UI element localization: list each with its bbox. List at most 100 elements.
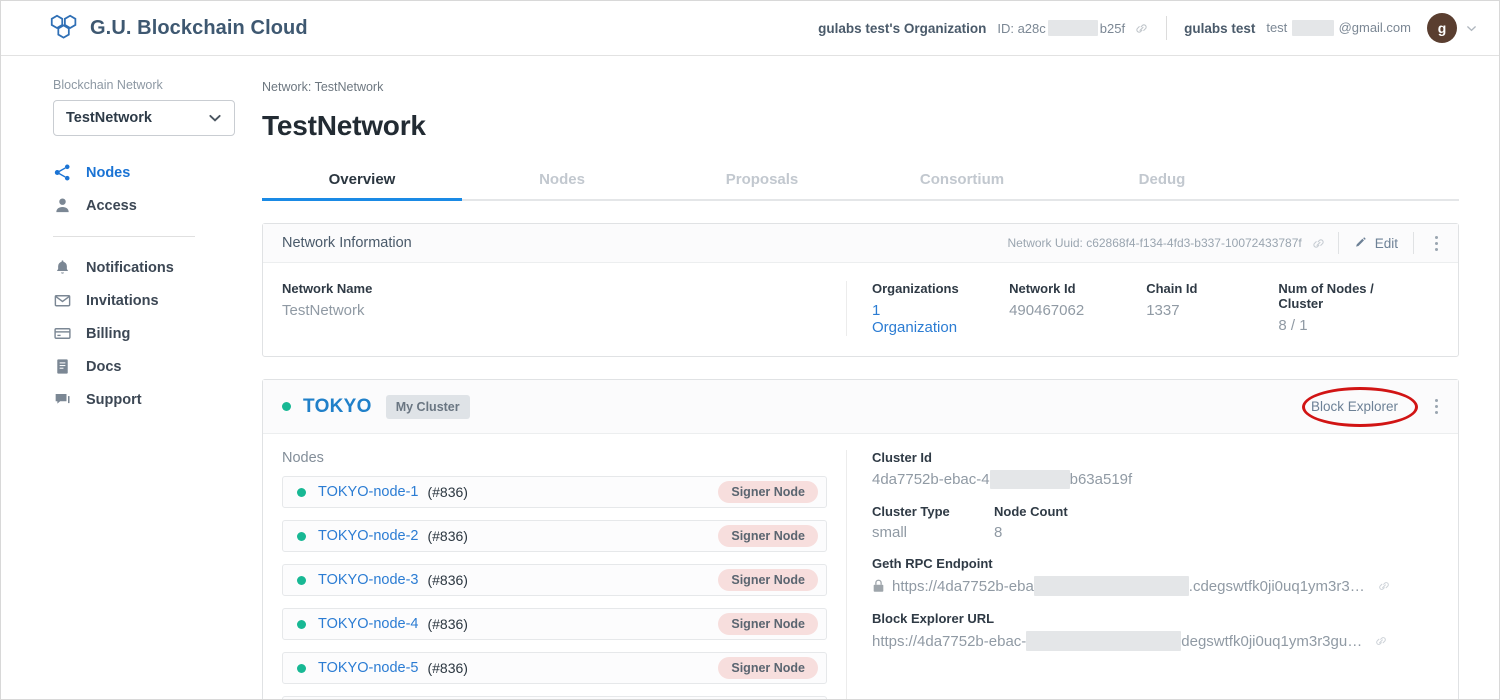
user-email-prefix: test: [1266, 19, 1288, 35]
network-information-card: Network Information Network Uuid: c62868…: [262, 223, 1459, 357]
node-role-badge: Signer Node: [718, 569, 818, 591]
user-email: test @gmail.com: [1266, 20, 1411, 37]
status-dot-online-icon: [297, 575, 306, 585]
sidebar-nav-secondary: Notifications Invitations Billing Docs S…: [1, 251, 233, 416]
network-select-value: TestNetwork: [66, 110, 152, 126]
cluster-type-field: Cluster Type small: [872, 504, 994, 541]
sidebar-item-access[interactable]: Access: [1, 189, 233, 222]
status-dot-online-icon: [297, 531, 306, 541]
cluster-header: TOKYO My Cluster Block Explorer: [263, 380, 1458, 434]
field-label: Block Explorer URL: [872, 611, 995, 626]
node-number: (#836): [427, 660, 468, 676]
cluster-type-row: Cluster Type small Node Count 8: [872, 504, 1458, 556]
cluster-body: Nodes TOKYO-node-1 (#836) Signer Node TO…: [263, 434, 1458, 699]
node-role-badge: Signer Node: [718, 613, 818, 635]
cluster-name[interactable]: TOKYO: [303, 396, 372, 418]
tab-proposals[interactable]: Proposals: [662, 162, 862, 199]
field-value: https://4da7752b-ebac- degswtfk0ji0uq1ym…: [872, 631, 1458, 651]
header-divider: [1166, 16, 1168, 40]
copy-link-icon[interactable]: [1377, 579, 1391, 593]
tab-dedug[interactable]: Dedug: [1062, 162, 1262, 199]
copy-link-icon[interactable]: [1374, 634, 1388, 648]
sidebar-item-support[interactable]: Support: [1, 383, 233, 416]
sidebar-divider: [53, 236, 195, 237]
node-role-badge: Signer Node: [718, 481, 818, 503]
node-name[interactable]: TOKYO-node-2: [318, 528, 418, 544]
node-list-item[interactable]: TOKYO-node-3 (#836) Signer Node: [282, 564, 827, 596]
kebab-menu-icon[interactable]: [1426, 232, 1446, 255]
node-name[interactable]: TOKYO-node-3: [318, 572, 418, 588]
node-list-item[interactable]: TOKYO-node-1 (#836) Signer Node: [282, 476, 827, 508]
node-list-item[interactable]: TOKYO-node-6 (#836) Signer Node: [282, 696, 827, 699]
cluster-id-prefix: 4da7752b-ebac-4: [872, 471, 990, 488]
sidebar-item-notifications[interactable]: Notifications: [1, 251, 233, 284]
sidebar-item-label: Invitations: [86, 292, 159, 309]
explorer-url-suffix: degswtfk0ji0uq1ym3r3gu…: [1181, 632, 1363, 650]
document-icon: [57, 359, 68, 374]
field-label: Network Id: [1009, 281, 1076, 296]
nodes-label: Nodes: [282, 450, 324, 466]
node-role-badge: Signer Node: [718, 525, 818, 547]
block-explorer-button[interactable]: Block Explorer: [1301, 393, 1408, 420]
field-value: 8: [994, 524, 1003, 541]
node-name[interactable]: TOKYO-node-1: [318, 484, 418, 500]
node-name[interactable]: TOKYO-node-4: [318, 616, 418, 632]
avatar[interactable]: g: [1427, 13, 1457, 43]
field-value: 1337: [1146, 302, 1180, 319]
sidebar-item-docs[interactable]: Docs: [1, 350, 233, 383]
cluster-id-suffix: b63a519f: [1069, 471, 1133, 488]
credit-card-icon: [54, 328, 71, 339]
edit-button-label: Edit: [1374, 235, 1398, 251]
brand-logo-area[interactable]: G.U. Blockchain Cloud: [49, 14, 308, 42]
network-select[interactable]: TestNetwork: [53, 100, 235, 136]
sidebar: Blockchain Network TestNetwork Nodes Acc…: [1, 56, 235, 699]
brand-name: G.U. Blockchain Cloud: [90, 16, 308, 39]
copy-link-icon[interactable]: [1311, 236, 1326, 251]
node-name[interactable]: TOKYO-node-5: [318, 660, 418, 676]
organization-id-suffix: b25f: [1099, 20, 1126, 36]
sidebar-item-billing[interactable]: Billing: [1, 317, 233, 350]
field-label: Num of Nodes / Cluster: [1278, 281, 1374, 311]
lock-icon: [873, 579, 884, 592]
node-list-item[interactable]: TOKYO-node-4 (#836) Signer Node: [282, 608, 827, 640]
kebab-menu-icon[interactable]: [1426, 395, 1446, 418]
organizations-field: Organizations 1 Organization: [872, 281, 1009, 336]
bell-icon: [56, 260, 69, 274]
chevron-down-icon[interactable]: [1466, 23, 1477, 34]
main-content: Network: TestNetwork TestNetwork Overvie…: [233, 56, 1499, 699]
rpc-url-prefix: https://4da7752b-eba: [892, 577, 1034, 595]
field-value: 4da7752b-ebac-4 b63a519f: [872, 470, 1458, 489]
network-information-header: Network Information Network Uuid: c62868…: [263, 224, 1458, 263]
field-label: Geth RPC Endpoint: [872, 556, 993, 571]
copy-link-icon[interactable]: [1134, 21, 1149, 36]
user-name: gulabs test: [1184, 20, 1256, 36]
node-number: (#836): [427, 572, 468, 588]
sidebar-item-label: Docs: [86, 358, 122, 375]
field-value: https://4da7752b-eba .cdegswtfk0ji0uq1ym…: [872, 576, 1458, 596]
user-email-suffix: @gmail.com: [1338, 19, 1411, 35]
field-value: 490467062: [1009, 302, 1085, 319]
tab-nodes[interactable]: Nodes: [462, 162, 662, 199]
edit-button[interactable]: Edit: [1351, 236, 1401, 251]
header-divider: [1337, 232, 1339, 254]
node-list-item[interactable]: TOKYO-node-5 (#836) Signer Node: [282, 652, 827, 684]
page-title: TestNetwork: [262, 110, 426, 141]
tab-overview[interactable]: Overview: [262, 162, 462, 199]
redacted-block: [1033, 576, 1189, 596]
sidebar-item-invitations[interactable]: Invitations: [1, 284, 233, 317]
node-list-item[interactable]: TOKYO-node-2 (#836) Signer Node: [282, 520, 827, 552]
tab-consortium[interactable]: Consortium: [862, 162, 1062, 199]
cluster-chip: My Cluster: [385, 394, 470, 419]
network-uuid: Network Uuid: c62868f4-f134-4fd3-b337-10…: [1007, 236, 1302, 250]
cluster-header-actions: Block Explorer: [1301, 393, 1446, 420]
cluster-details: Cluster Id 4da7752b-ebac-4 b63a519f Clus…: [847, 450, 1458, 699]
node-role-badge: Signer Node: [718, 657, 818, 679]
tab-active-indicator: [262, 198, 462, 201]
field-value: 8 / 1: [1278, 317, 1308, 334]
sidebar-item-nodes[interactable]: Nodes: [1, 156, 233, 189]
status-dot-online-icon: [297, 619, 306, 629]
top-header-bar: G.U. Blockchain Cloud gulabs test's Orga…: [1, 1, 1499, 56]
card-header-actions: Network Uuid: c62868f4-f134-4fd3-b337-10…: [1008, 232, 1446, 255]
field-value-link[interactable]: 1 Organization: [872, 302, 969, 336]
redacted-block: [1026, 631, 1182, 651]
